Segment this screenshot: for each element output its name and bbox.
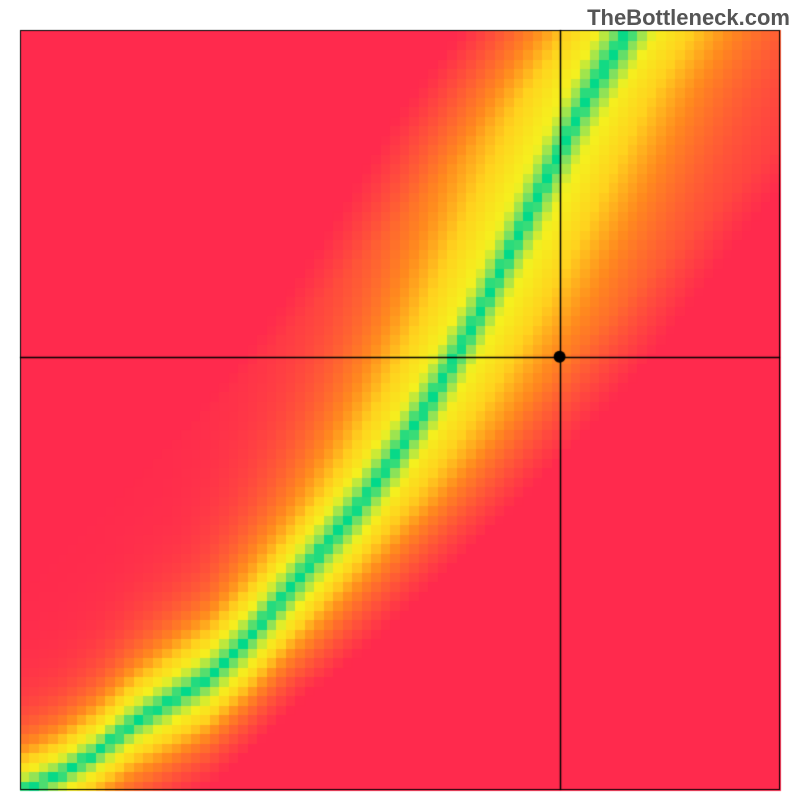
- watermark-text: TheBottleneck.com: [587, 5, 790, 31]
- overlay-canvas: [0, 0, 800, 800]
- chart-container: TheBottleneck.com: [0, 0, 800, 800]
